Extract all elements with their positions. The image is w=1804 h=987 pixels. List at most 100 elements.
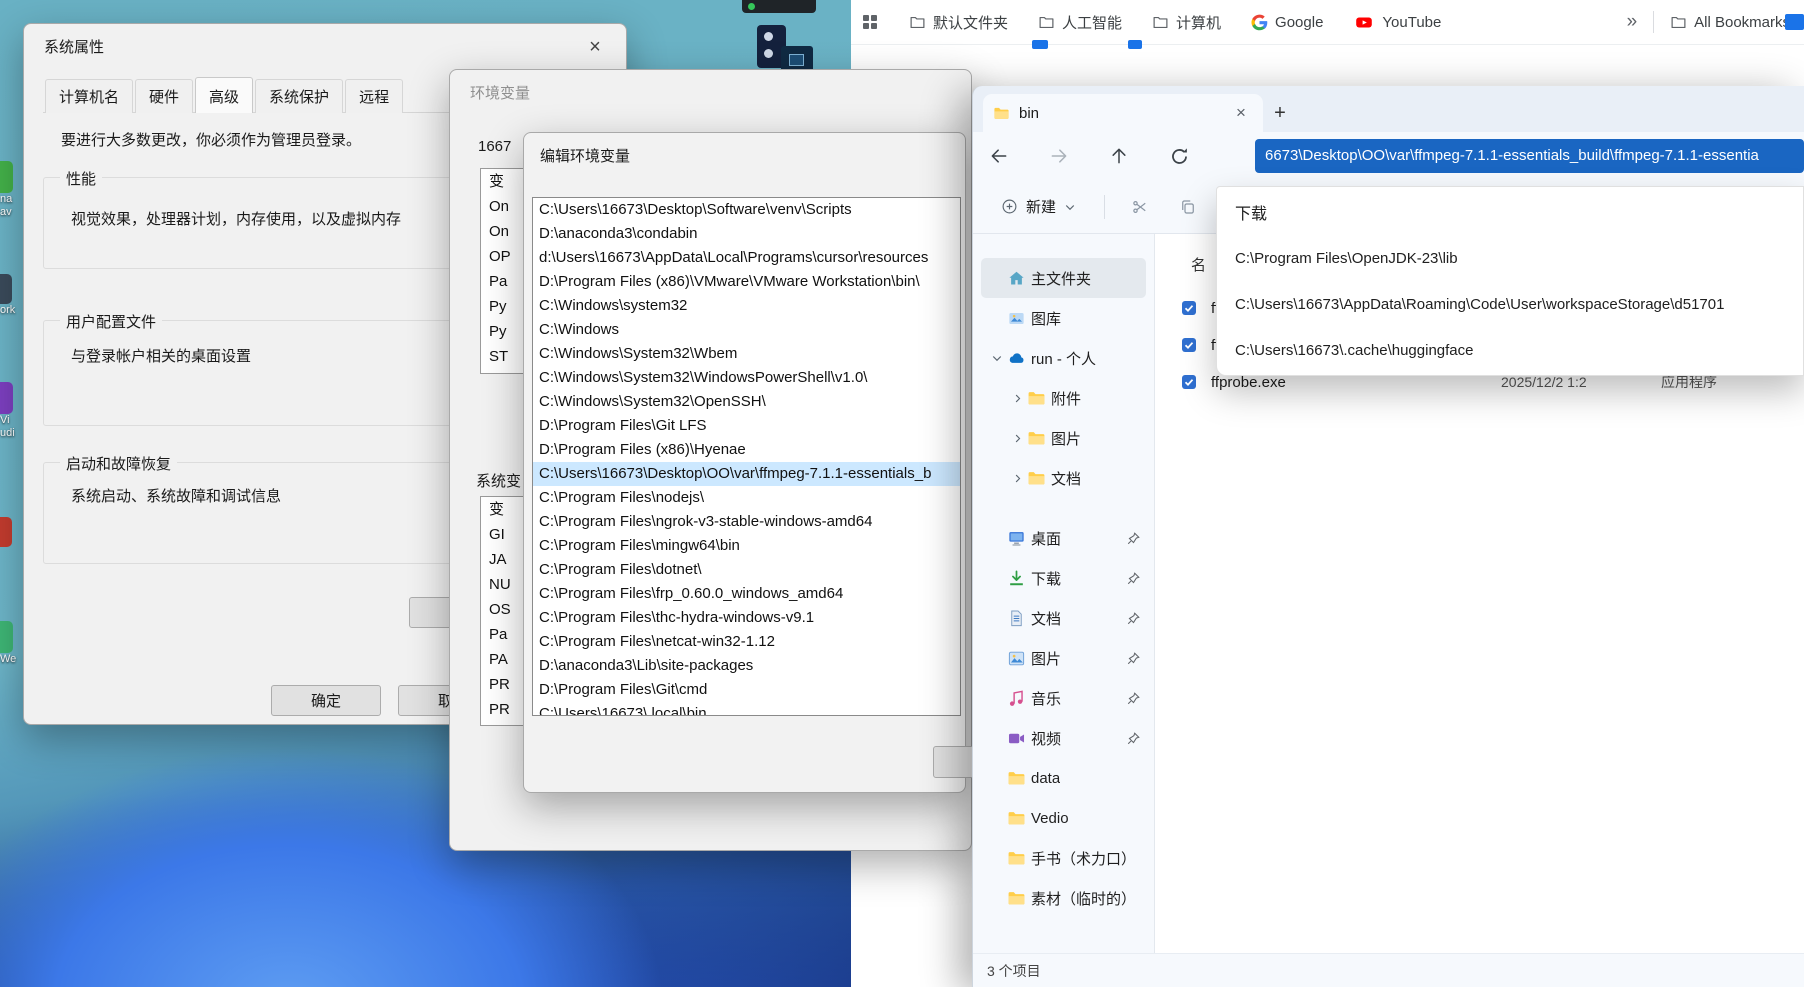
chevron-right-icon[interactable]	[1007, 433, 1027, 444]
item-count: 3 个项目	[987, 962, 1041, 979]
env-path-listbox[interactable]: C:\Users\16673\Desktop\Software\venv\Scr…	[532, 197, 961, 716]
user-variables-heading-fragment: 1667	[478, 138, 512, 155]
file-checkbox[interactable]	[1181, 300, 1197, 321]
suggestion-item[interactable]: C:\Program Files\OpenJDK-23\lib	[1217, 235, 1803, 281]
new-button[interactable]: 新建	[989, 189, 1088, 225]
env-path-entry[interactable]: D:\Program Files\Git LFS	[533, 414, 960, 438]
env-path-entry[interactable]: D:\anaconda3\Lib\site-packages	[533, 654, 960, 678]
nav-item-vedio[interactable]: Vedio	[981, 798, 1146, 838]
nav-item-videos[interactable]: 视频	[981, 718, 1146, 758]
new-tab-button[interactable]: +	[1263, 94, 1297, 132]
ok-button[interactable]: 确定	[271, 685, 381, 716]
env-path-entry[interactable]: d:\Users\16673\AppData\Local\Programs\cu…	[533, 246, 960, 270]
apps-grid-button[interactable]	[861, 13, 879, 31]
pin-icon	[1127, 691, 1140, 705]
env-path-entry[interactable]: C:\Program Files\mingw64\bin	[533, 534, 960, 558]
bookmark-youtube[interactable]: YouTube	[1353, 14, 1441, 31]
nav-item-onedrive-pictures[interactable]: 图片	[981, 418, 1146, 458]
nav-item-gallery[interactable]: 图库	[981, 298, 1146, 338]
nav-item-home[interactable]: 主文件夹	[981, 258, 1146, 298]
onedrive-icon	[1007, 349, 1031, 368]
env-path-entry[interactable]: C:\Users\16673\Desktop\OO\var\ffmpeg-7.1…	[533, 462, 960, 486]
desktop-icon-anaconda[interactable]: na av	[0, 161, 13, 219]
cut-button[interactable]	[1121, 189, 1159, 225]
env-path-entry[interactable]: C:\Program Files\frp_0.60.0_windows_amd6…	[533, 582, 960, 606]
google-icon	[1251, 14, 1268, 30]
explorer-nav-row: 6673\Desktop\OO\var\ffmpeg-7.1.1-essenti…	[973, 132, 1804, 180]
env-path-entry[interactable]: C:\Windows	[533, 318, 960, 342]
env-path-entry[interactable]: C:\Windows\System32\OpenSSH\	[533, 390, 960, 414]
edit-environment-variable-dialog: 编辑环境变量 C:\Users\16673\Desktop\Software\v…	[523, 132, 1003, 793]
chevron-right-icon[interactable]	[1007, 473, 1027, 484]
bookmark-computer-folder[interactable]: 计算机	[1152, 12, 1221, 33]
suggestion-item[interactable]: 下载	[1217, 189, 1803, 235]
all-bookmarks-button[interactable]: All Bookmarks	[1670, 14, 1790, 31]
tab-system-protection[interactable]: 系统保护	[255, 79, 344, 113]
nav-item-onedrive-documents[interactable]: 文档	[981, 458, 1146, 498]
env-path-entry[interactable]: C:\Program Files\ngrok-v3-stable-windows…	[533, 510, 960, 534]
nav-item-pictures[interactable]: 图片	[981, 638, 1146, 678]
suggestion-item[interactable]: C:\Users\16673\AppData\Roaming\Code\User…	[1217, 281, 1803, 327]
env-path-entry[interactable]: C:\Windows\System32\WindowsPowerShell\v1…	[533, 366, 960, 390]
env-path-entry[interactable]: C:\Program Files\dotnet\	[533, 558, 960, 582]
nav-item-onedrive[interactable]: run - 个人	[981, 338, 1146, 378]
env-path-entry[interactable]: C:\Windows\system32	[533, 294, 960, 318]
desktop-icon-wechat[interactable]: We	[0, 621, 16, 666]
chevron-right-icon[interactable]	[1007, 393, 1027, 404]
refresh-icon	[1171, 147, 1187, 164]
red-app-icon	[0, 517, 12, 547]
gallery-icon	[1007, 309, 1031, 328]
env-path-entry[interactable]: D:\Program Files\Git\cmd	[533, 678, 960, 702]
file-checkbox[interactable]	[1181, 337, 1197, 358]
file-checkbox[interactable]	[1181, 374, 1197, 395]
bookmarks-overflow-chevron[interactable]: »	[1627, 11, 1638, 33]
nav-item-data[interactable]: data	[981, 758, 1146, 798]
nav-item-downloads[interactable]: 下载	[981, 558, 1146, 598]
close-icon[interactable]: ×	[580, 32, 610, 62]
env-path-entry[interactable]: D:\anaconda3\condabin	[533, 222, 960, 246]
nav-item-desktop[interactable]: 桌面	[981, 518, 1146, 558]
forward-button[interactable]	[1049, 146, 1069, 166]
nav-item-shoushu[interactable]: 手书（术力口）	[981, 838, 1146, 878]
nav-item-music[interactable]: 音乐	[981, 678, 1146, 718]
up-button[interactable]	[1109, 146, 1129, 166]
folder-icon	[910, 16, 925, 28]
bookmark-default-folder[interactable]: 默认文件夹	[909, 12, 1008, 33]
tab-remote[interactable]: 远程	[345, 79, 404, 113]
bookmark-ai-folder[interactable]: 人工智能	[1038, 12, 1122, 33]
nav-section-gap	[973, 498, 1154, 518]
env-path-entry[interactable]: C:\Windows\System32\Wbem	[533, 342, 960, 366]
suggestion-item[interactable]: C:\Users\16673\.cache\huggingface	[1217, 327, 1803, 373]
address-suggestions-dropdown: 下载 C:\Program Files\OpenJDK-23\lib C:\User…	[1216, 186, 1804, 376]
tab-close-icon[interactable]: ×	[1229, 101, 1253, 125]
desktop-icon-red-app[interactable]	[0, 517, 12, 547]
env-path-entry[interactable]: C:\Program Files\thc-hydra-windows-v9.1	[533, 606, 960, 630]
env-path-entry[interactable]: D:\Program Files (x86)\VMware\VMware Wor…	[533, 270, 960, 294]
column-header-name[interactable]: 名	[1191, 254, 1206, 275]
chevron-down-icon	[1065, 204, 1075, 210]
nav-item-documents[interactable]: 文档	[981, 598, 1146, 638]
nav-item-attachments[interactable]: 附件	[981, 378, 1146, 418]
tab-hardware[interactable]: 硬件	[135, 79, 194, 113]
admin-note: 要进行大多数更改，你必须作为管理员登录。	[61, 132, 362, 149]
env-path-entry[interactable]: D:\Program Files (x86)\Hyenae	[533, 438, 960, 462]
env-path-entry[interactable]: C:\Users\16673\Desktop\Software\venv\Scr…	[533, 198, 960, 222]
tab-advanced[interactable]: 高级	[195, 77, 254, 113]
refresh-button[interactable]	[1169, 146, 1189, 166]
explorer-tab-bin[interactable]: bin ×	[983, 94, 1263, 132]
env-path-entry[interactable]: C:\Users\16673\.local\bin	[533, 702, 960, 715]
env-path-entry[interactable]: C:\Program Files\nodejs\	[533, 486, 960, 510]
folder-icon	[1027, 389, 1051, 408]
nav-item-sucai[interactable]: 素材（临时的）	[981, 878, 1146, 918]
desktop-icon-vmware[interactable]: ork	[0, 274, 15, 317]
env-path-entry[interactable]: C:\Program Files\netcat-win32-1.12	[533, 630, 960, 654]
copy-button[interactable]	[1169, 189, 1207, 225]
address-bar[interactable]: 6673\Desktop\OO\var\ffmpeg-7.1.1-essenti…	[1255, 139, 1804, 173]
folder-icon	[1027, 429, 1051, 448]
chevron-down-icon[interactable]	[987, 352, 1007, 364]
folder-icon	[1007, 809, 1031, 828]
bookmark-google[interactable]: Google	[1251, 14, 1323, 31]
tab-computer-name[interactable]: 计算机名	[45, 79, 134, 113]
back-button[interactable]	[989, 146, 1009, 166]
desktop-icon-visual-studio[interactable]: Vi udi	[0, 382, 15, 440]
